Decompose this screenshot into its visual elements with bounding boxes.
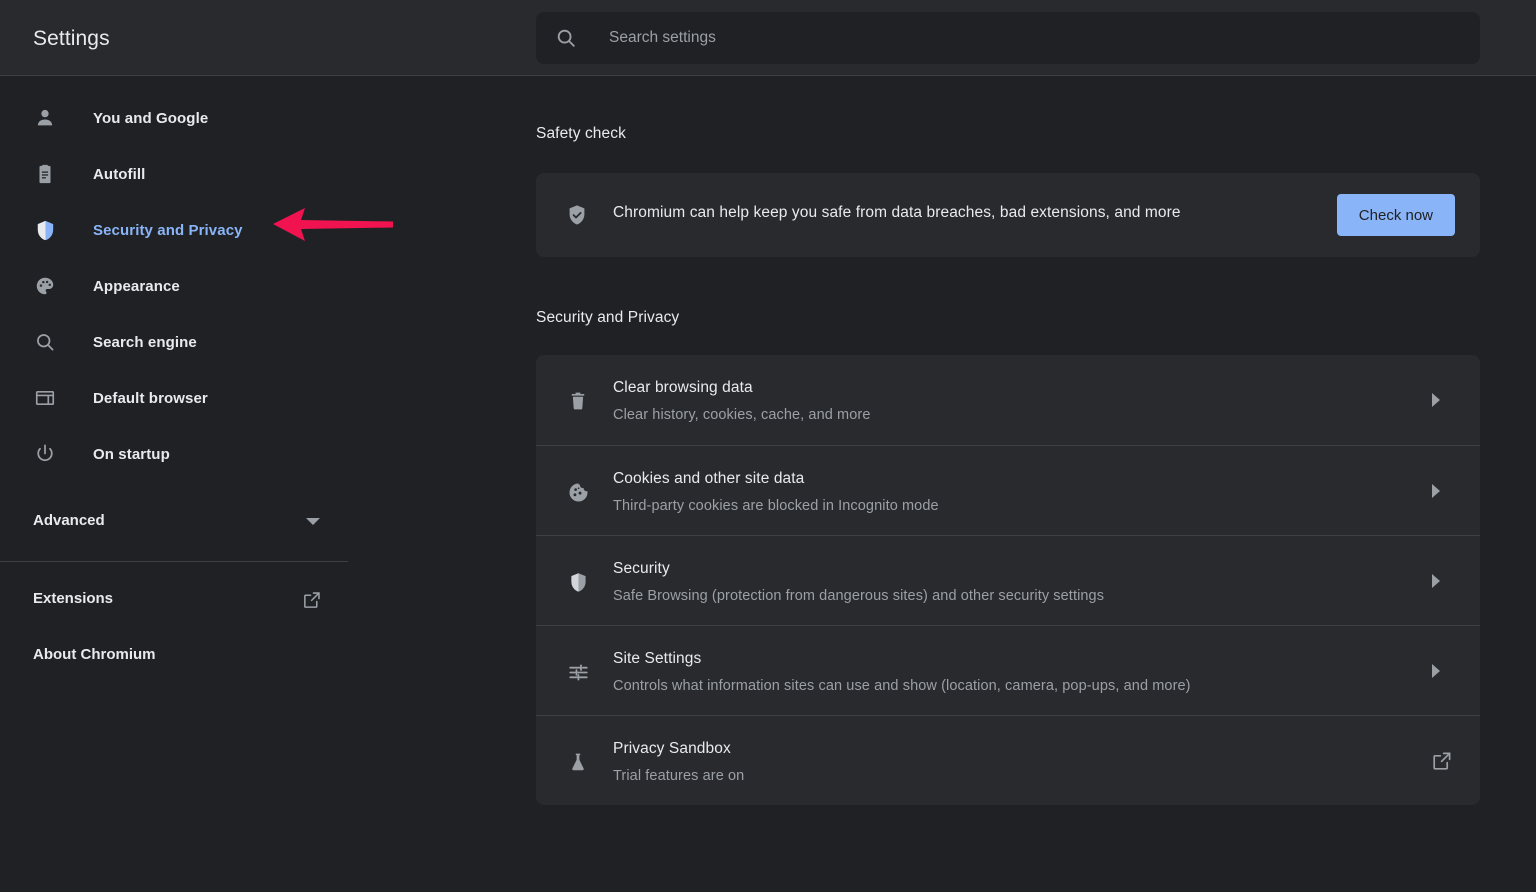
cookie-icon: [565, 479, 591, 505]
shield-icon: [33, 218, 57, 242]
settings-row-title: Clear browsing data: [613, 379, 753, 397]
chevron-right-icon[interactable]: [1432, 664, 1440, 678]
page-title: Settings: [33, 27, 110, 51]
sidebar-item-about-chromium[interactable]: About Chromium: [0, 636, 348, 676]
header-bar: Settings: [0, 0, 1536, 76]
sidebar-item-label: Default browser: [93, 390, 208, 407]
sidebar-item-label: Extensions: [33, 590, 113, 607]
settings-row-clear-browsing-data[interactable]: Clear browsing data Clear history, cooki…: [536, 355, 1480, 445]
settings-row-privacy-sandbox[interactable]: Privacy Sandbox Trial features are on: [536, 715, 1480, 805]
sidebar-item-on-startup[interactable]: On startup: [0, 434, 348, 474]
trash-icon: [565, 388, 591, 414]
settings-row-subtitle: Safe Browsing (protection from dangerous…: [613, 588, 1104, 604]
settings-row-subtitle: Third-party cookies are blocked in Incog…: [613, 498, 939, 514]
settings-row-title: Privacy Sandbox: [613, 740, 731, 758]
safety-check-message: Chromium can help keep you safe from dat…: [613, 204, 1181, 222]
sidebar-item-label: Autofill: [93, 166, 145, 183]
sidebar: You and Google Autofill Se: [0, 77, 536, 892]
settings-row-site-settings[interactable]: Site Settings Controls what information …: [536, 625, 1480, 715]
search-input[interactable]: [609, 12, 1480, 64]
chevron-right-icon[interactable]: [1432, 393, 1440, 407]
external-link-icon: [301, 589, 323, 611]
sidebar-item-label: Appearance: [93, 278, 180, 295]
clipboard-icon: [33, 162, 57, 186]
settings-row-cookies-and-other-site-data[interactable]: Cookies and other site data Third-party …: [536, 445, 1480, 535]
main-content: Safety check Chromium can help keep you …: [536, 77, 1536, 892]
settings-row-subtitle: Controls what information sites can use …: [613, 678, 1191, 694]
power-icon: [33, 442, 57, 466]
sidebar-item-you-and-google[interactable]: You and Google: [0, 98, 348, 138]
sidebar-item-autofill[interactable]: Autofill: [0, 154, 348, 194]
sidebar-item-appearance[interactable]: Appearance: [0, 266, 348, 306]
palette-icon: [33, 274, 57, 298]
search-box[interactable]: [536, 12, 1480, 64]
settings-row-subtitle: Trial features are on: [613, 768, 744, 784]
settings-row-security[interactable]: Security Safe Browsing (protection from …: [536, 535, 1480, 625]
sidebar-item-label: Security and Privacy: [93, 222, 243, 239]
sidebar-item-label: On startup: [93, 446, 170, 463]
safety-check-card: Chromium can help keep you safe from dat…: [536, 173, 1480, 257]
sidebar-item-label: You and Google: [93, 110, 208, 127]
chevron-right-icon[interactable]: [1432, 574, 1440, 588]
chevron-down-icon: [306, 518, 320, 525]
check-now-button[interactable]: Check now: [1337, 194, 1455, 236]
external-link-icon[interactable]: [1430, 749, 1454, 773]
sidebar-item-label: About Chromium: [33, 646, 155, 663]
safety-check-heading: Safety check: [536, 125, 626, 143]
sidebar-item-label: Search engine: [93, 334, 197, 351]
sliders-icon: [565, 659, 591, 685]
settings-page: Settings You and Google: [0, 0, 1536, 892]
search-icon: [33, 330, 57, 354]
sidebar-item-search-engine[interactable]: Search engine: [0, 322, 348, 362]
flask-icon: [565, 749, 591, 775]
sidebar-advanced-toggle[interactable]: Advanced: [0, 502, 348, 542]
settings-row-title: Cookies and other site data: [613, 470, 804, 488]
sidebar-advanced-label: Advanced: [33, 512, 105, 529]
sidebar-item-security-and-privacy[interactable]: Security and Privacy: [0, 210, 348, 250]
settings-row-subtitle: Clear history, cookies, cache, and more: [613, 407, 871, 423]
sidebar-item-extensions[interactable]: Extensions: [0, 580, 348, 620]
settings-row-title: Site Settings: [613, 650, 701, 668]
search-icon: [555, 27, 577, 49]
security-and-privacy-card: Clear browsing data Clear history, cooki…: [536, 355, 1480, 805]
shield-check-icon: [565, 203, 589, 227]
sidebar-item-default-browser[interactable]: Default browser: [0, 378, 348, 418]
sidebar-divider: [0, 561, 348, 562]
shield-icon: [565, 569, 591, 595]
security-and-privacy-heading: Security and Privacy: [536, 309, 679, 327]
browser-window-icon: [33, 386, 57, 410]
settings-row-title: Security: [613, 560, 670, 578]
person-icon: [33, 106, 57, 130]
chevron-right-icon[interactable]: [1432, 484, 1440, 498]
